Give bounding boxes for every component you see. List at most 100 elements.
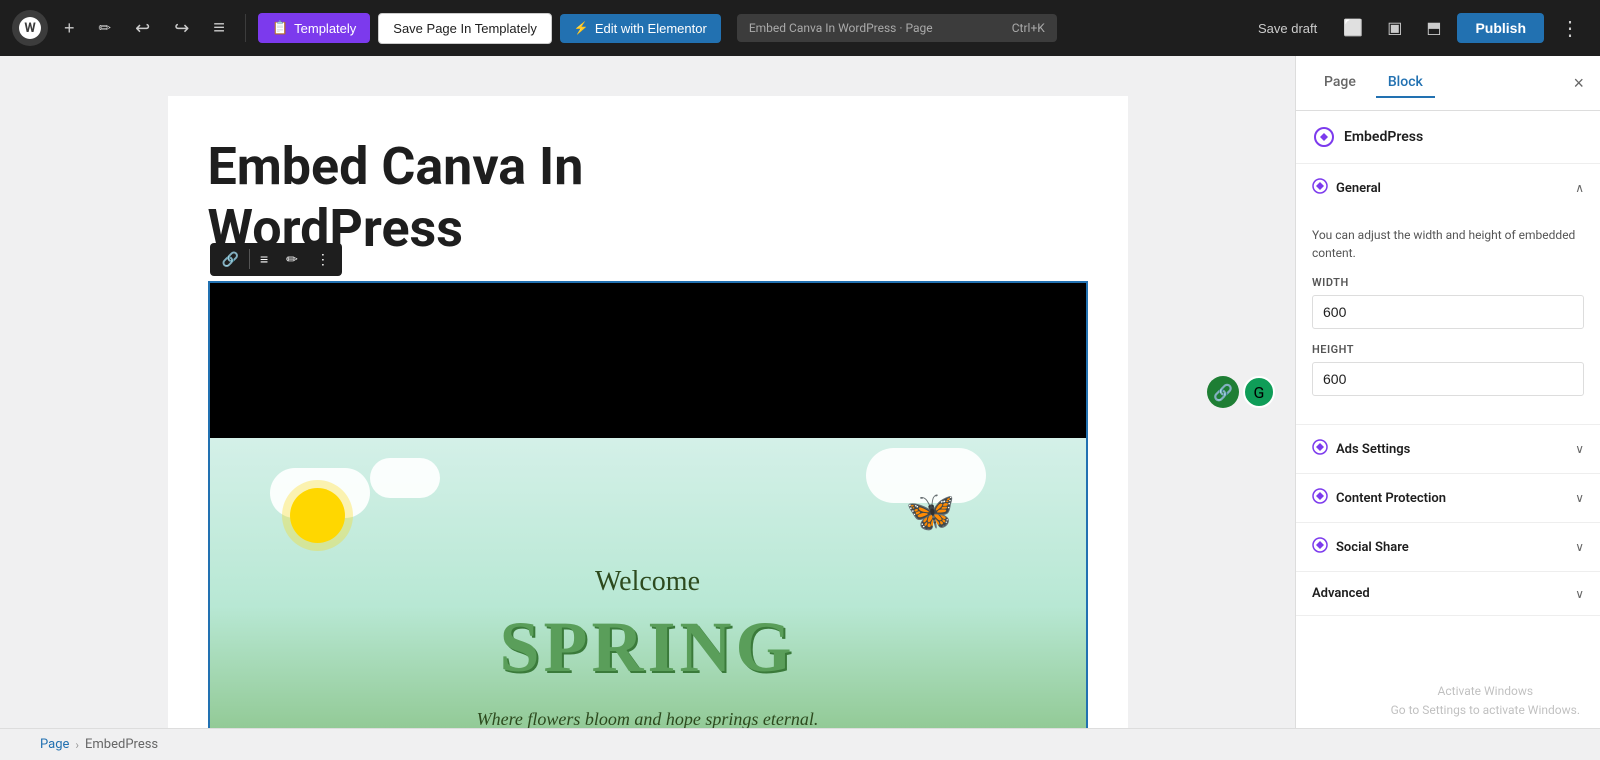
undo-icon: ↩ <box>135 18 150 39</box>
section-general-content: You can adjust the width and height of e… <box>1296 212 1600 424</box>
breadcrumb-page-link[interactable]: Page <box>40 737 69 752</box>
elementor-label: Edit with Elementor <box>595 21 707 36</box>
redo-button[interactable]: ↪ <box>166 12 197 45</box>
wp-logo-inner: W <box>19 17 41 39</box>
section-ads-header[interactable]: Ads Settings ∨ <box>1296 425 1600 473</box>
sidebar-toggle-button[interactable]: ⬒ <box>1418 12 1449 44</box>
section-social-share-label: Social Share <box>1336 540 1409 555</box>
tools-button[interactable]: ≡ <box>205 11 233 46</box>
embed-top-black <box>210 283 1086 438</box>
section-advanced: Advanced ∨ <box>1296 572 1600 616</box>
elementor-icon: ⚡ <box>574 21 589 35</box>
breadcrumb-bar: Page › EmbedPress <box>0 728 1600 760</box>
activate-windows-overlay: Activate Windows Go to Settings to activ… <box>1391 682 1580 720</box>
view-toggle-button[interactable]: ⬜ <box>1335 12 1371 44</box>
content-protection-chevron-icon: ∨ <box>1575 491 1584 505</box>
section-general-header[interactable]: General ∧ <box>1296 164 1600 212</box>
plugin-name: EmbedPress <box>1344 129 1423 145</box>
edit-elementor-button[interactable]: ⚡ Edit with Elementor <box>560 14 721 43</box>
sun-decoration <box>290 488 345 543</box>
section-content-protection: Content Protection ∨ <box>1296 474 1600 523</box>
save-page-label: Save Page In Templately <box>393 21 537 36</box>
g-circle-icon: G <box>1243 376 1275 408</box>
floating-icons: 🔗 G <box>1207 376 1275 408</box>
tab-block[interactable]: Block <box>1376 68 1435 98</box>
edit-icon: ✏ <box>99 19 112 37</box>
height-input[interactable] <box>1312 362 1584 396</box>
section-ads-left: Ads Settings <box>1312 439 1410 459</box>
section-content-protection-label: Content Protection <box>1336 491 1446 506</box>
butterfly-decoration: 🦋 <box>906 488 956 535</box>
main-area: Embed Canva InWordPress 🔗 ≡ ✏ ⋮ <box>0 56 1600 728</box>
page-title: Embed Canva InWordPress <box>208 136 1088 261</box>
spring-welcome-text: Welcome <box>595 566 700 598</box>
section-social-share: Social Share ∨ <box>1296 523 1600 572</box>
layout-icon: ⬒ <box>1426 20 1441 37</box>
toolbar-divider-1 <box>245 14 246 42</box>
section-social-share-header[interactable]: Social Share ∨ <box>1296 523 1600 571</box>
social-share-icon <box>1312 537 1328 557</box>
plugin-icon <box>1312 125 1336 149</box>
toolbar-divider <box>249 249 250 269</box>
plugin-header: EmbedPress <box>1296 111 1600 164</box>
toolbar-right: Save draft ⬜ ▣ ⬒ Publish ⋮ <box>1248 10 1588 47</box>
section-advanced-left: Advanced <box>1312 586 1370 601</box>
block-icon: ▣ <box>1387 20 1402 37</box>
section-advanced-header[interactable]: Advanced ∨ <box>1296 572 1600 615</box>
search-placeholder: Embed Canva In WordPress · Page <box>749 21 933 35</box>
general-chevron-icon: ∧ <box>1575 181 1584 195</box>
section-advanced-label: Advanced <box>1312 586 1370 601</box>
embed-align-button[interactable]: ≡ <box>252 247 276 271</box>
save-draft-button[interactable]: Save draft <box>1248 15 1327 42</box>
wp-logo[interactable]: W <box>12 10 48 46</box>
section-content-protection-header[interactable]: Content Protection ∨ <box>1296 474 1600 522</box>
general-icon <box>1312 178 1328 198</box>
panel-close-button[interactable]: × <box>1573 74 1584 92</box>
publish-button[interactable]: Publish <box>1457 13 1544 43</box>
advanced-chevron-icon: ∨ <box>1575 587 1584 601</box>
more-options-button[interactable]: ⋮ <box>1552 10 1588 47</box>
publish-label: Publish <box>1475 20 1526 36</box>
embed-link-button[interactable]: 🔗 <box>214 247 247 272</box>
spring-main-text: SPRING <box>499 606 795 689</box>
tab-page[interactable]: Page <box>1312 68 1368 98</box>
section-ads-label: Ads Settings <box>1336 442 1410 457</box>
ads-icon <box>1312 439 1328 459</box>
spring-subtitle-text: Where flowers bloom and hope springs ete… <box>477 709 819 728</box>
panel-header: Page Block × <box>1296 56 1600 111</box>
section-general-left: General <box>1312 178 1381 198</box>
save-page-templately-button[interactable]: Save Page In Templately <box>378 13 552 44</box>
embedpress-icon-svg <box>1314 127 1334 147</box>
templately-button[interactable]: 📋 Templately <box>258 13 370 43</box>
undo-button[interactable]: ↩ <box>127 12 158 45</box>
embed-spring-image: 🦋 Welcome SPRING Where flowers bloom and… <box>210 438 1086 728</box>
view-icon: ⬜ <box>1343 20 1363 37</box>
save-draft-label: Save draft <box>1258 21 1317 36</box>
activate-line2: Go to Settings to activate Windows. <box>1391 701 1580 720</box>
section-content-protection-left: Content Protection <box>1312 488 1446 508</box>
add-block-button[interactable]: + <box>56 12 83 45</box>
editor-area: Embed Canva InWordPress 🔗 ≡ ✏ ⋮ <box>0 56 1295 728</box>
width-input[interactable] <box>1312 295 1584 329</box>
height-label: HEIGHT <box>1312 343 1584 356</box>
right-panel: Page Block × EmbedPress <box>1295 56 1600 728</box>
redo-icon: ↪ <box>174 18 189 39</box>
block-layout-button[interactable]: ▣ <box>1379 12 1410 44</box>
search-bar[interactable]: Embed Canva In WordPress · Page Ctrl+K <box>737 14 1057 42</box>
breadcrumb-separator: › <box>75 738 79 752</box>
more-icon: ⋮ <box>1560 18 1580 40</box>
add-icon: + <box>64 18 75 39</box>
embed-more-button[interactable]: ⋮ <box>308 247 338 272</box>
search-shortcut: Ctrl+K <box>1012 21 1045 35</box>
section-ads-settings: Ads Settings ∨ <box>1296 425 1600 474</box>
templately-icon: 📋 <box>272 20 288 36</box>
width-label: WIDTH <box>1312 276 1584 289</box>
edit-button[interactable]: ✏ <box>91 13 120 43</box>
embed-edit-button[interactable]: ✏ <box>278 247 306 272</box>
page-content: Embed Canva InWordPress 🔗 ≡ ✏ ⋮ <box>168 96 1128 728</box>
embed-block-toolbar: 🔗 ≡ ✏ ⋮ <box>210 243 342 276</box>
activate-line1: Activate Windows <box>1391 682 1580 701</box>
section-general-label: General <box>1336 181 1381 196</box>
general-description: You can adjust the width and height of e… <box>1312 226 1584 262</box>
cloud-2 <box>370 458 440 498</box>
